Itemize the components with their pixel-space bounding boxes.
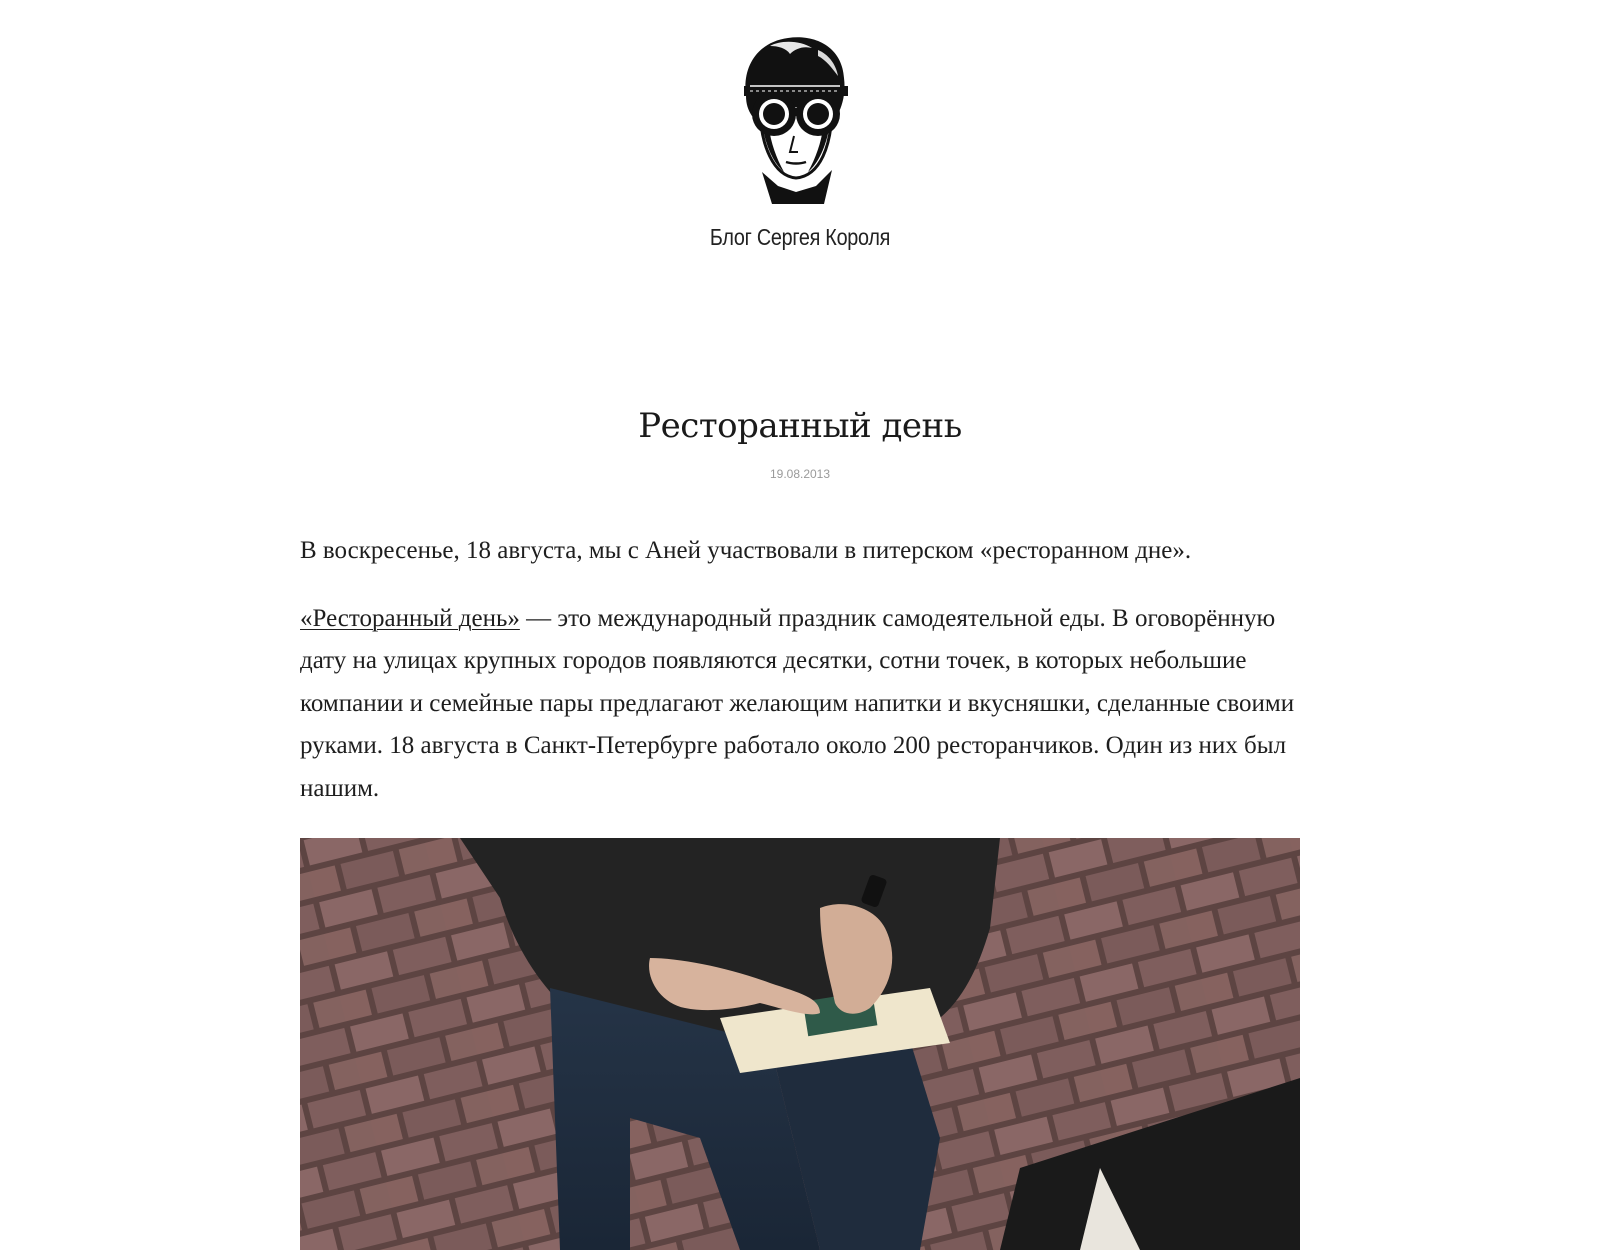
restaurant-day-link[interactable]: «Ресторанный день» bbox=[300, 605, 520, 632]
article-photo bbox=[300, 838, 1300, 1250]
photo-person-holding-card-icon bbox=[300, 838, 1300, 1250]
site-title-link[interactable]: Блог Сергея Короля bbox=[710, 224, 890, 250]
post-title: Ресторанный день bbox=[638, 406, 962, 446]
article-paragraph-lead: «Ресторанный день» — это международный п… bbox=[300, 598, 1300, 811]
goggles-portrait-logo-icon[interactable] bbox=[740, 36, 852, 204]
lead-paragraph-text: — это международный праздник самодеятель… bbox=[300, 604, 1295, 802]
post-date: 19.08.2013 bbox=[769, 467, 831, 481]
article-body: В воскресенье, 18 августа, мы с Аней уча… bbox=[300, 530, 1300, 835]
article-paragraph-intro: В воскресенье, 18 августа, мы с Аней уча… bbox=[300, 537, 1192, 564]
site-title[interactable]: Блог Сергея Короля bbox=[112, 224, 1488, 251]
